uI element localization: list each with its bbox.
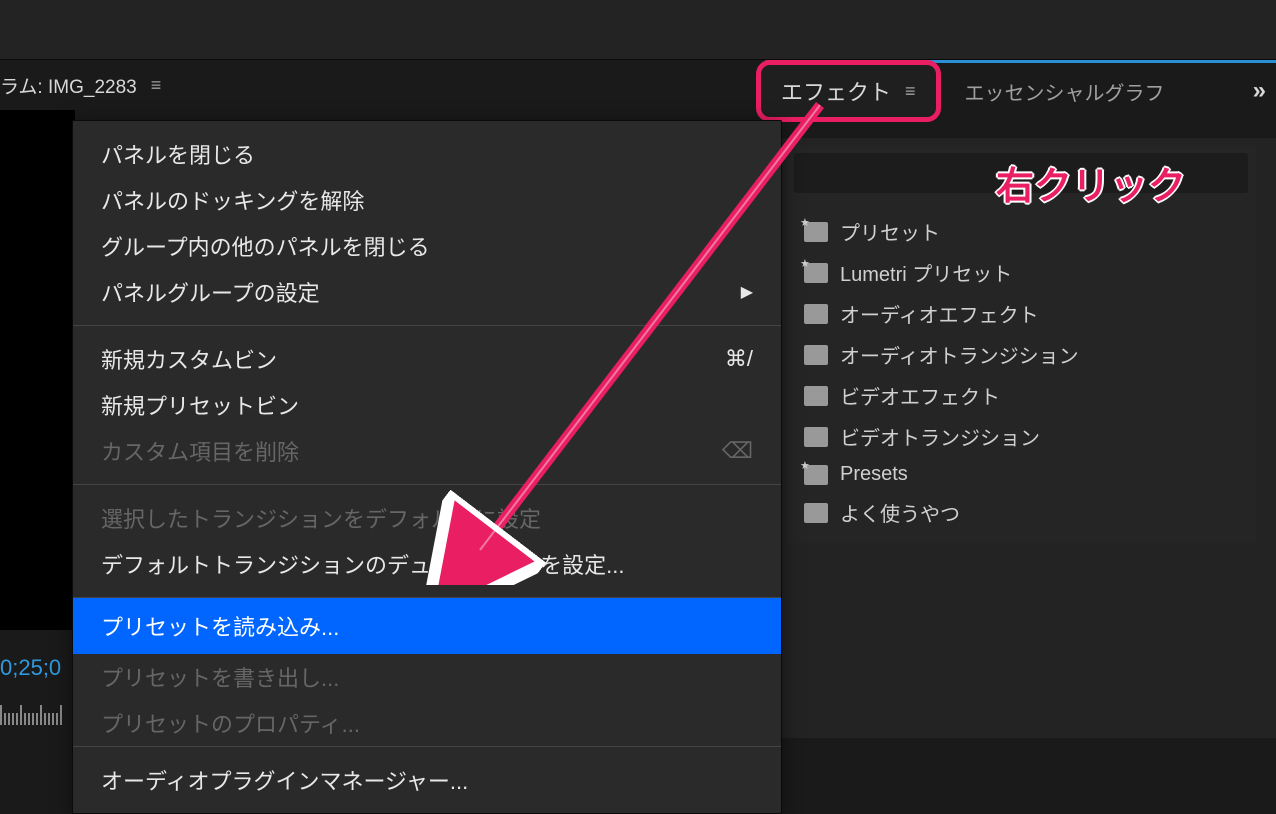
list-item[interactable]: Presets (786, 457, 1256, 492)
menu-set-default-transition: 選択したトランジションをデフォルトに設定 (73, 495, 781, 541)
hamburger-icon[interactable]: ≡ (151, 75, 162, 96)
menu-label: パネルのドッキングを解除 (101, 184, 364, 216)
delete-key-icon: ⌫ (722, 438, 753, 464)
menu-new-custom-bin[interactable]: 新規カスタムビン ⌘/ (73, 336, 781, 382)
list-item[interactable]: オーディオトランジション (786, 334, 1256, 375)
menu-label: パネルを閉じる (101, 138, 255, 170)
folder-starred-icon (804, 465, 828, 485)
effects-item-label: Lumetri プリセット (840, 258, 1012, 287)
menu-label: プリセットのプロパティ... (101, 707, 360, 739)
menu-label: オーディオプラグインマネージャー... (101, 764, 468, 796)
list-item[interactable]: オーディオエフェクト (786, 293, 1256, 334)
list-item[interactable]: プリセット (786, 211, 1256, 252)
context-menu: パネルを閉じる パネルのドッキングを解除 グループ内の他のパネルを閉じる パネル… (72, 120, 782, 814)
timeline-ruler[interactable] (0, 695, 70, 725)
menu-undock-panel[interactable]: パネルのドッキングを解除 (73, 177, 781, 223)
effects-item-label: オーディオトランジション (840, 340, 1079, 369)
list-item[interactable]: Lumetri プリセット (786, 252, 1256, 293)
menu-new-preset-bin[interactable]: 新規プリセットビン (73, 382, 781, 428)
menu-export-preset: プリセットを書き出し... (73, 654, 781, 700)
effects-item-label: プリセット (840, 217, 940, 246)
menu-label: 新規カスタムビン (101, 343, 277, 375)
list-item[interactable]: ビデオエフェクト (786, 375, 1256, 416)
menu-label: プリセットを読み込み... (101, 610, 339, 642)
folder-icon (804, 427, 828, 447)
menu-audio-plugin-manager[interactable]: オーディオプラグインマネージャー... (73, 757, 781, 803)
menu-close-panel[interactable]: パネルを閉じる (73, 131, 781, 177)
tab-essential-graphics[interactable]: エッセンシャルグラフ (947, 67, 1183, 116)
menu-label: パネルグループの設定 (101, 276, 320, 308)
menu-close-other-panels[interactable]: グループ内の他のパネルを閉じる (73, 223, 781, 269)
more-tabs-icon[interactable]: » (1253, 77, 1266, 105)
menu-label: グループ内の他のパネルを閉じる (101, 230, 430, 262)
effects-tab-label: エフェクト (781, 75, 891, 107)
menu-default-transition-duration[interactable]: デフォルトトランジションのデュレーションを設定... (73, 541, 781, 587)
folder-icon (804, 386, 828, 406)
effects-item-label: オーディオエフェクト (840, 299, 1039, 328)
timecode-display[interactable]: 0;25;0 (0, 655, 61, 681)
annotation-right-click: 右クリック (996, 155, 1186, 210)
submenu-arrow-icon: ▶ (741, 282, 753, 302)
preview-area (0, 110, 75, 630)
shortcut-label: ⌘/ (725, 346, 753, 372)
menu-import-preset[interactable]: プリセットを読み込み... (73, 598, 781, 654)
program-label-text: ラム: IMG_2283 (0, 72, 137, 99)
effects-item-label: ビデオエフェクト (840, 381, 1000, 410)
menu-label: カスタム項目を削除 (101, 435, 299, 467)
essential-graphics-label: エッセンシャルグラフ (965, 83, 1165, 105)
folder-icon (804, 304, 828, 324)
folder-starred-icon (804, 263, 828, 283)
effects-tree: プリセット Lumetri プリセット オーディオエフェクト オーディオトランジ… (786, 201, 1256, 543)
folder-icon (804, 503, 828, 523)
menu-label: デフォルトトランジションのデュレーションを設定... (101, 548, 624, 580)
list-item[interactable]: よく使うやつ (786, 492, 1256, 533)
right-tabs-row: エフェクト ≡ エッセンシャルグラフ » (756, 60, 1276, 122)
hamburger-icon[interactable]: ≡ (905, 81, 916, 102)
folder-icon (804, 345, 828, 365)
program-panel-label[interactable]: ラム: IMG_2283 ≡ (0, 72, 161, 99)
menu-label: 新規プリセットビン (101, 389, 299, 421)
effects-item-label: Presets (840, 463, 908, 486)
menu-delete-custom-item: カスタム項目を削除 ⌫ (73, 428, 781, 474)
folder-starred-icon (804, 222, 828, 242)
menu-label: 選択したトランジションをデフォルトに設定 (101, 502, 541, 534)
top-toolbar (0, 0, 1276, 60)
effects-item-label: ビデオトランジション (840, 422, 1040, 451)
menu-panel-group-settings[interactable]: パネルグループの設定 ▶ (73, 269, 781, 315)
tab-effects[interactable]: エフェクト ≡ (756, 60, 941, 122)
menu-label: プリセットを書き出し... (101, 661, 339, 693)
effects-item-label: よく使うやつ (840, 498, 960, 527)
menu-preset-properties: プリセットのプロパティ... (73, 700, 781, 746)
list-item[interactable]: ビデオトランジション (786, 416, 1256, 457)
